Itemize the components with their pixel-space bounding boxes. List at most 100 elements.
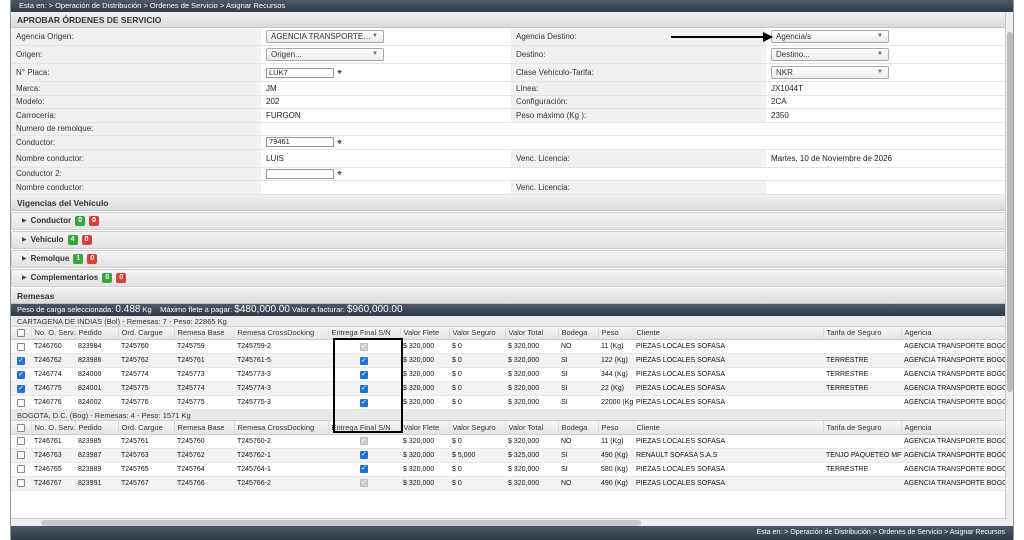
agencia-destino-value: Agencia/s — [776, 32, 812, 41]
vigencia-0[interactable]: ▶ Conductor 0 0 — [11, 211, 1013, 230]
conductor2-input[interactable] — [266, 168, 334, 179]
row-select-checkbox[interactable] — [11, 448, 31, 463]
entrega-final-checkbox: ✓ — [328, 434, 400, 449]
column-header[interactable]: Bodega — [558, 421, 599, 435]
cell-tar — [823, 434, 901, 449]
conductor-input[interactable]: 79461 — [266, 137, 334, 148]
cell-ag: AGENCIA TRANSPORTE BOGOTA — [901, 434, 1011, 449]
column-header[interactable]: Remesa CrossDocking — [234, 326, 329, 340]
column-header[interactable]: Bodega — [558, 326, 599, 340]
cell-tar — [823, 476, 901, 491]
form-row-carroceria: Carrocería: FURGON Peso máximo (Kg ): 23… — [11, 109, 1013, 123]
chevron-down-icon: ▼ — [877, 69, 883, 75]
table-row[interactable]: ✓ T246775 824001 T245775 T245774 T245774-3 ✓ $ … — [11, 381, 1013, 396]
column-header[interactable]: Valor Seguro — [449, 326, 506, 340]
cell-vs: $ 0 — [449, 476, 505, 491]
column-header[interactable]: Pedido — [75, 326, 119, 340]
agencia-origen-select[interactable]: AGENCIA TRANSPORTE… ▼ — [266, 30, 384, 43]
table-row[interactable]: T246760 823984 T245760 T245759 T245759-2 ✓ $ 3… — [11, 339, 1013, 354]
row-select-checkbox[interactable] — [11, 395, 31, 410]
row-select-checkbox[interactable] — [11, 339, 31, 354]
column-header[interactable]: Tarifa de Seguro — [823, 326, 902, 340]
column-header[interactable]: Valor Total — [505, 326, 559, 340]
origen-value: Origen... — [271, 50, 302, 59]
vigencia-red-badge: 0 — [81, 234, 92, 245]
binoculars-icon[interactable]: ⌖ — [337, 137, 342, 148]
vigencia-label: Conductor — [30, 216, 72, 225]
vigencia-label: Complementarios — [30, 273, 99, 282]
select-all-checkbox[interactable] — [11, 421, 32, 435]
cell-peso: 490 (Kg) — [598, 476, 633, 491]
vigencia-1[interactable]: ▶ Vehículo 4 0 — [11, 230, 1013, 249]
app-window: Esta en: > Operación de Distribución > O… — [10, 0, 1014, 540]
binoculars-icon[interactable]: ⌖ — [337, 67, 342, 78]
cell-bod: NO — [558, 339, 598, 354]
cell-rb: T245761 — [174, 353, 234, 368]
cell-oc: T245774 — [118, 367, 174, 382]
table-row[interactable]: T246761 823985 T245761 T245760 T245760-2 ✓ $ 3… — [11, 434, 1013, 449]
column-header[interactable]: Peso — [598, 326, 634, 340]
entrega-final-checkbox[interactable]: ✓ — [328, 462, 400, 477]
table-row[interactable]: ✓ T246762 823986 T245762 T245761 T245761-5 ✓ $ … — [11, 353, 1013, 368]
select-all-checkbox[interactable] — [11, 326, 32, 340]
row-select-checkbox[interactable]: ✓ — [11, 381, 31, 396]
column-header[interactable]: Agencia — [901, 326, 1012, 340]
column-header[interactable]: Remesa Base — [174, 421, 235, 435]
column-header[interactable]: Cliente — [633, 326, 824, 340]
placa-input[interactable]: LUK7 — [266, 67, 334, 78]
summary-valor-value: $960,000.00 — [346, 303, 403, 315]
vigencia-3[interactable]: ▶ Complementarios 0 0 — [11, 268, 1013, 287]
column-header[interactable]: Pedido — [75, 421, 119, 435]
marca-value: JM — [266, 83, 277, 93]
column-header[interactable]: Valor Total — [505, 421, 559, 435]
destino-select[interactable]: Destino... ▼ — [771, 48, 889, 61]
cell-cli: PIEZAS LOCALES SOFASA — [633, 462, 823, 477]
horizontal-scrollbar[interactable] — [11, 518, 1007, 526]
column-header[interactable]: Ord. Cargue — [118, 326, 175, 340]
origen-select[interactable]: Origen... ▼ — [266, 48, 384, 61]
column-header[interactable]: Remesa Base — [174, 326, 235, 340]
row-select-checkbox[interactable] — [11, 462, 31, 477]
column-header[interactable]: Cliente — [633, 421, 824, 435]
summary-peso-value: 0.488 — [115, 303, 141, 315]
clase-label: Clase Vehículo-Tarifa: — [511, 64, 766, 81]
linea-value: JX1044T — [771, 83, 804, 93]
column-header[interactable]: No. O. Serv. — [31, 326, 76, 340]
cell-rb: T245766 — [174, 476, 234, 491]
row-select-checkbox[interactable] — [11, 434, 31, 449]
modelo-value: 202 — [266, 97, 280, 107]
entrega-final-checkbox: ✓ — [328, 476, 400, 491]
table-row[interactable]: T246763 823987 T245763 T245762 T245762-1 ✓ $ 3… — [11, 448, 1013, 463]
agencia-destino-select[interactable]: Agencia/s ▼ — [771, 30, 889, 43]
remesas-groups: CARTAGENA DE INDIAS (Bol) - Remesas: 7 -… — [11, 315, 1013, 491]
column-header[interactable]: Ord. Cargue — [118, 421, 175, 435]
row-select-checkbox[interactable]: ✓ — [11, 353, 31, 368]
cell-peso: 122 (Kg) — [598, 353, 633, 368]
column-header[interactable]: Valor Flete — [400, 421, 450, 435]
binoculars-icon[interactable]: ⌖ — [337, 168, 342, 179]
table-row[interactable]: T246765 823989 T245765 T245764 T245764-1 ✓ $ 3… — [11, 462, 1013, 477]
column-header[interactable]: Peso — [598, 421, 634, 435]
cell-oc: T245760 — [118, 339, 174, 354]
row-select-checkbox[interactable] — [11, 476, 31, 491]
column-header[interactable]: Tarifa de Seguro — [823, 421, 902, 435]
row-select-checkbox[interactable]: ✓ — [11, 367, 31, 382]
table-row[interactable]: T246767 823991 T245767 T245766 T245766-2 ✓ $ 3… — [11, 476, 1013, 491]
column-header[interactable]: Agencia — [901, 421, 1012, 435]
clase-select[interactable]: NKR ▼ — [771, 66, 889, 79]
vigencia-green-badge: 4 — [67, 234, 78, 245]
form-row-agencia: Agencia Origen: AGENCIA TRANSPORTE… ▼ Age… — [11, 28, 1013, 46]
column-header[interactable]: Valor Seguro — [449, 421, 506, 435]
cell-os: T246776 — [31, 395, 75, 410]
table-row[interactable]: T246776 824002 T245776 T245775 T245775-3 ✓ $ 3… — [11, 395, 1013, 410]
column-header[interactable]: No. O. Serv. — [31, 421, 76, 435]
cell-cli: PIEZAS LOCALES SOFASA — [633, 367, 823, 382]
entrega-final-checkbox[interactable]: ✓ — [328, 448, 400, 463]
column-header[interactable]: Remesa CrossDocking — [234, 421, 329, 435]
vigencia-2[interactable]: ▶ Remolque 1 0 — [11, 249, 1013, 268]
vertical-scrollbar[interactable] — [1005, 12, 1013, 526]
cell-vf: $ 320,000 — [400, 395, 449, 410]
table-row[interactable]: ✓ T246774 824000 T245774 T245773 T245773-3 ✓ $ … — [11, 367, 1013, 382]
cell-vt: $ 320,000 — [505, 476, 558, 491]
column-header[interactable]: Valor Flete — [400, 326, 450, 340]
